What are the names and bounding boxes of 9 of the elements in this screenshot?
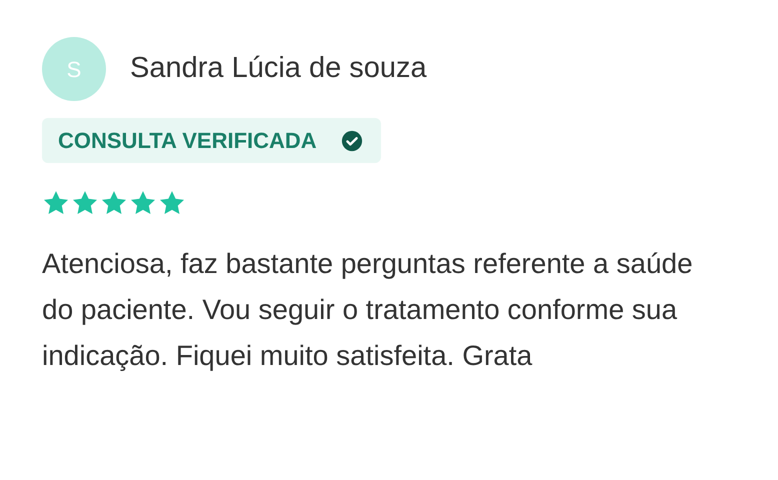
star-icon	[100, 189, 128, 217]
author-name: Sandra Lúcia de souza	[130, 51, 427, 86]
star-icon	[158, 189, 186, 217]
star-icon	[129, 189, 157, 217]
review-text: Atenciosa, faz bastante perguntas referente a saúde do paciente. Vou seguir o tratamento conforme sua indicação. Fiquei muito satisfeita. Grata	[42, 247, 694, 373]
star-icon	[71, 189, 99, 217]
avatar: S	[42, 37, 106, 101]
verified-badge: CONSULTA VERIFICADA	[42, 118, 381, 163]
star-icon	[42, 189, 70, 217]
